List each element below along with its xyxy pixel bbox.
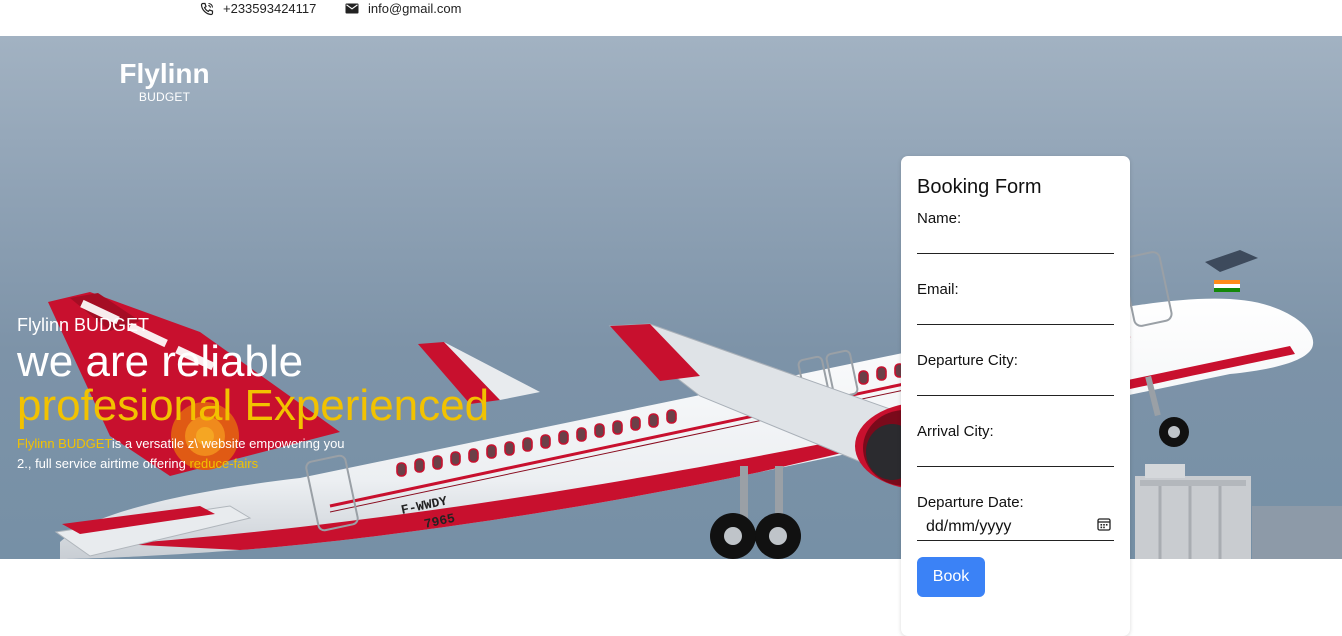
hero-brand: Flylinn BUDGET — [17, 315, 150, 335]
phone-icon — [200, 2, 214, 16]
logo-name: Flylinn — [119, 58, 210, 89]
email-label: Email: — [917, 281, 959, 298]
desc-highlight-brand: Flylinn BUDGET — [17, 436, 112, 451]
name-input[interactable] — [917, 229, 1114, 254]
calendar-icon[interactable] — [1097, 517, 1111, 536]
email-address: info@gmail.com — [368, 1, 462, 16]
desc-highlight-fares: reduce-fairs — [189, 456, 259, 471]
email-contact[interactable]: info@gmail.com — [345, 0, 461, 17]
departure-city-label: Departure City: — [917, 352, 1018, 369]
desc-text-2: 2., full service airtime offering — [17, 456, 190, 471]
site-logo[interactable]: Flylinn BUDGET — [117, 58, 212, 104]
departure-city-input[interactable] — [917, 371, 1114, 396]
date-placeholder: dd/mm/yyyy — [926, 517, 1012, 535]
phone-number: +233593424117 — [223, 1, 317, 16]
departure-date-label: Departure Date: — [917, 494, 1024, 511]
departure-date-input[interactable]: dd/mm/yyyy — [917, 513, 1114, 541]
hero-headline-2: profesional Experienced — [17, 381, 490, 430]
booking-form: Booking Form Name: Email: Departure City… — [901, 156, 1130, 636]
book-button[interactable]: Book — [917, 557, 985, 597]
name-label: Name: — [917, 210, 962, 227]
email-input[interactable] — [917, 300, 1114, 325]
airplane-image: F-WWDY 7965 — [48, 250, 1342, 559]
mail-icon — [345, 3, 359, 14]
hero-headline-1: we are reliable — [17, 337, 304, 386]
arrival-city-label: Arrival City: — [917, 423, 994, 440]
desc-text-1: is a versatile z\ website empowering you — [111, 436, 345, 451]
arrival-city-input[interactable] — [917, 442, 1114, 467]
control-tower — [1135, 464, 1342, 559]
logo-tagline: BUDGET — [138, 90, 191, 104]
hero-description: Flylinn BUDGETis a versatile z\ website … — [17, 434, 377, 474]
form-title: Booking Form — [917, 176, 1042, 198]
phone-contact[interactable]: +233593424117 — [200, 0, 316, 17]
contact-bar: +233593424117 info@gmail.com — [0, 0, 1342, 36]
hero-text: Flylinn BUDGET we are reliable profesion… — [17, 314, 489, 474]
hero-section: F-WWDY 7965 Flylinn BUDGET Flylinn BUDGE… — [0, 36, 1342, 559]
